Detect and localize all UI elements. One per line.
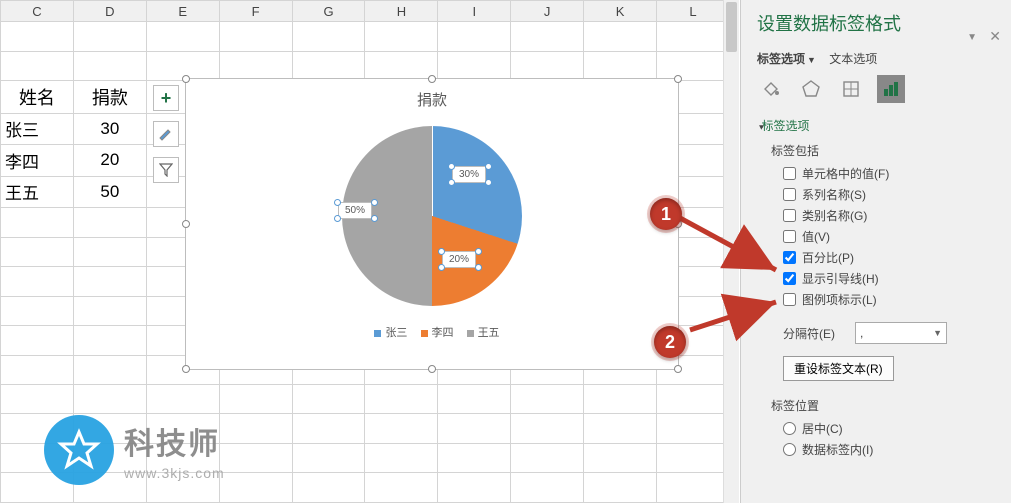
pie-chart[interactable]: 捐款 30% 20% 50% 张三 李四 王五 xyxy=(185,78,679,370)
separator-label: 分隔符(E) xyxy=(783,325,835,342)
legend-label: 李四 xyxy=(432,327,454,339)
section-label-options[interactable]: 标签选项 xyxy=(757,117,999,134)
selection-dot xyxy=(448,179,455,186)
selection-dot xyxy=(334,199,341,206)
tab-text-options[interactable]: 文本选项 xyxy=(829,52,877,66)
legend-label: 王五 xyxy=(478,327,500,339)
radio-position-center[interactable]: 居中(C) xyxy=(783,420,999,437)
col-header[interactable]: I xyxy=(438,1,511,22)
panel-options-dropdown[interactable]: ▼ xyxy=(967,32,977,43)
panel-title: 设置数据标签格式 xyxy=(757,10,999,36)
resize-handle[interactable] xyxy=(182,365,190,373)
brush-icon xyxy=(158,126,174,142)
checkbox-value[interactable]: 值(V) xyxy=(783,228,999,245)
col-header[interactable]: C xyxy=(1,1,74,22)
tab-label-options[interactable]: 标签选项 xyxy=(757,52,805,66)
fill-line-tab-icon[interactable] xyxy=(757,75,785,103)
chevron-down-icon: ▼ xyxy=(807,55,816,65)
selection-dot xyxy=(371,199,378,206)
selection-dot xyxy=(475,264,482,271)
selection-dot xyxy=(485,179,492,186)
chart-legend[interactable]: 张三 李四 王五 xyxy=(186,324,678,340)
cell-value[interactable]: 50 xyxy=(73,176,146,208)
data-label-c[interactable]: 50% xyxy=(338,202,372,219)
chart-filter-button[interactable] xyxy=(153,157,179,183)
resize-handle[interactable] xyxy=(674,75,682,83)
selection-dot xyxy=(438,248,445,255)
cell-value-header[interactable]: 捐款 xyxy=(73,80,146,113)
legend-swatch xyxy=(421,330,428,337)
watermark-url: www.3kjs.com xyxy=(124,465,225,481)
legend-swatch xyxy=(374,330,381,337)
selection-dot xyxy=(475,248,482,255)
checkbox-category-name[interactable]: 类别名称(G) xyxy=(783,207,999,224)
resize-handle[interactable] xyxy=(182,220,190,228)
cell-name-header[interactable]: 姓名 xyxy=(1,80,74,113)
resize-handle[interactable] xyxy=(674,365,682,373)
checkbox-legend-key[interactable]: 图例项标示(L) xyxy=(783,291,999,308)
effects-tab-icon[interactable] xyxy=(797,75,825,103)
size-icon xyxy=(841,79,861,99)
cell-value[interactable]: 30 xyxy=(73,113,146,145)
chart-elements-button[interactable]: + xyxy=(153,85,179,111)
format-data-labels-panel: 设置数据标签格式 ▼ ✕ 标签选项▼ 文本选项 标签选项 标签包括 单元格中的值… xyxy=(740,0,1011,503)
checkbox-series-name[interactable]: 系列名称(S) xyxy=(783,186,999,203)
label-options-tab-icon[interactable] xyxy=(877,75,905,103)
selection-dot xyxy=(438,264,445,271)
panel-close-button[interactable]: ✕ xyxy=(989,28,1001,45)
watermark-title: 科技师 xyxy=(124,419,225,463)
callout-marker-1: 1 xyxy=(650,198,682,230)
cell-value[interactable]: 20 xyxy=(73,145,146,177)
vertical-scrollbar[interactable] xyxy=(723,0,739,503)
bars-icon xyxy=(881,79,901,99)
radio-position-inside-end[interactable]: 数据标签内(I) xyxy=(783,441,999,458)
paint-bucket-icon xyxy=(761,79,781,99)
resize-handle[interactable] xyxy=(182,75,190,83)
legend-label: 张三 xyxy=(385,327,407,339)
col-header[interactable]: K xyxy=(584,1,657,22)
col-header[interactable]: L xyxy=(657,1,730,22)
chart-styles-button[interactable] xyxy=(153,121,179,147)
cell-name[interactable]: 李四 xyxy=(1,145,74,177)
selection-dot xyxy=(448,163,455,170)
size-tab-icon[interactable] xyxy=(837,75,865,103)
col-header[interactable]: H xyxy=(365,1,438,22)
checkbox-cell-value[interactable]: 单元格中的值(F) xyxy=(783,165,999,182)
selection-dot xyxy=(485,163,492,170)
resize-handle[interactable] xyxy=(428,75,436,83)
chevron-down-icon: ▼ xyxy=(933,328,942,338)
separator-select[interactable]: ,▼ xyxy=(855,322,947,344)
watermark-logo-icon xyxy=(44,415,114,485)
chart-title[interactable]: 捐款 xyxy=(186,89,678,110)
cell-name[interactable]: 张三 xyxy=(1,113,74,145)
selection-dot xyxy=(334,215,341,222)
legend-swatch xyxy=(467,330,474,337)
checkbox-percentage[interactable]: 百分比(P) xyxy=(783,249,999,266)
col-header[interactable]: D xyxy=(73,1,146,22)
resize-handle[interactable] xyxy=(428,365,436,373)
data-label-b[interactable]: 20% xyxy=(442,251,476,268)
col-header[interactable]: G xyxy=(292,1,365,22)
cell-name[interactable]: 王五 xyxy=(1,176,74,208)
selection-dot xyxy=(371,215,378,222)
label-position-heading: 标签位置 xyxy=(771,397,999,414)
funnel-icon xyxy=(159,163,173,177)
checkbox-leader-lines[interactable]: 显示引导线(H) xyxy=(783,270,999,287)
label-includes-heading: 标签包括 xyxy=(771,142,999,159)
watermark: 科技师 www.3kjs.com xyxy=(44,415,225,485)
col-header[interactable]: F xyxy=(219,1,292,22)
callout-marker-2: 2 xyxy=(654,326,686,358)
reset-label-text-button[interactable]: 重设标签文本(R) xyxy=(783,356,894,381)
data-label-a[interactable]: 30% xyxy=(452,166,486,183)
col-header[interactable]: J xyxy=(511,1,584,22)
col-header[interactable]: E xyxy=(146,1,219,22)
pentagon-icon xyxy=(801,79,821,99)
